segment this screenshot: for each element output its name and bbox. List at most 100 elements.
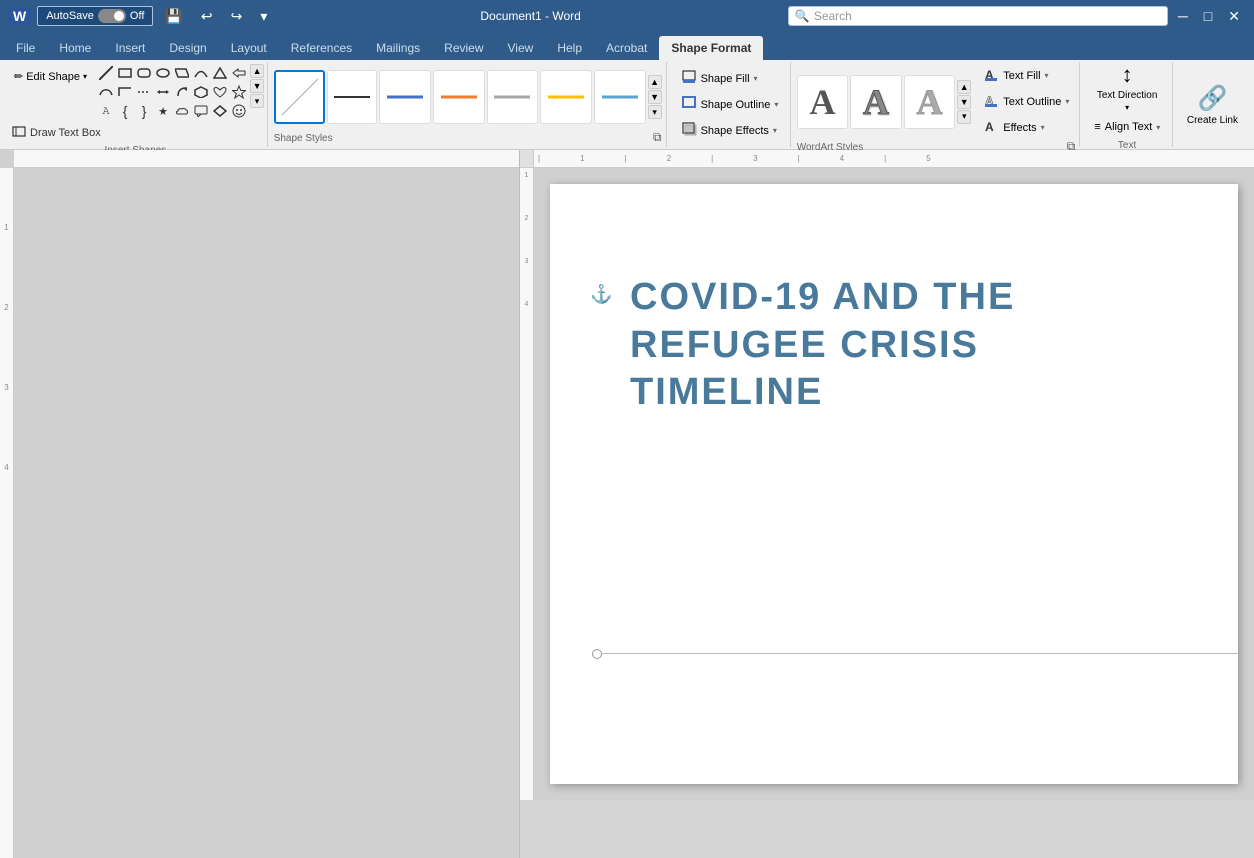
- tab-design[interactable]: Design: [157, 36, 218, 60]
- shape-effects-button[interactable]: Shape Effects ▾: [675, 119, 784, 142]
- ribbon-tab-bar: File Home Insert Design Layout Reference…: [0, 32, 1254, 60]
- shape-styles-group: ▲ ▼ ▾ Shape Styles ⧉: [270, 62, 667, 147]
- text-direction-button[interactable]: ↕ Text Direction ▾: [1088, 58, 1166, 116]
- text-fill-label: Text Fill: [1003, 70, 1040, 82]
- shape-styles-dialog-button[interactable]: ⧉: [653, 130, 662, 145]
- shape-star[interactable]: [230, 83, 248, 101]
- shape-diamond[interactable]: [211, 102, 229, 120]
- shape-curved-arrow[interactable]: [173, 83, 191, 101]
- style-scroll-down[interactable]: ▼: [648, 90, 662, 104]
- style-scroll-up[interactable]: ▲: [648, 75, 662, 89]
- shape-styles-label: Shape Styles: [274, 133, 333, 144]
- minimize-button[interactable]: ─: [1172, 6, 1194, 26]
- search-box[interactable]: 🔍 Search: [788, 6, 1168, 26]
- tab-file[interactable]: File: [4, 36, 47, 60]
- tab-review[interactable]: Review: [432, 36, 495, 60]
- tab-view[interactable]: View: [496, 36, 546, 60]
- shape-freeform[interactable]: 𝙰: [97, 102, 115, 120]
- wordart-style-2[interactable]: A: [850, 75, 902, 129]
- shape-right-brace[interactable]: }: [135, 102, 153, 120]
- document-scroll-area[interactable]: ⚓ COVID-19 AND THE REFUGEE CRISIS TIMELI…: [534, 168, 1254, 800]
- shape-parallelogram[interactable]: [173, 64, 191, 82]
- wordart-props: A Text Fill ▾ A Text Outline ▾: [973, 64, 1075, 139]
- redo-button[interactable]: ↪: [225, 6, 249, 27]
- draw-textbox-button[interactable]: Draw Text Box: [8, 122, 263, 143]
- wordart-style-3[interactable]: A: [904, 75, 956, 129]
- text-fill-button[interactable]: A Text Fill ▾: [977, 64, 1075, 87]
- text-outline-arrow: ▾: [1065, 97, 1069, 106]
- doc-title-text: Document1 - Word: [480, 9, 580, 23]
- close-button[interactable]: ✕: [1222, 6, 1246, 27]
- tab-home[interactable]: Home: [47, 36, 103, 60]
- shape-arc[interactable]: [192, 64, 210, 82]
- shape-curve[interactable]: [97, 83, 115, 101]
- align-text-button[interactable]: ≡ Align Text ▾: [1088, 119, 1166, 135]
- shape-style-blue-line[interactable]: [379, 70, 431, 124]
- shape-rect[interactable]: [116, 64, 134, 82]
- shape-style-orange-line[interactable]: [433, 70, 485, 124]
- wordart-styles-group: A A A ▲ ▼ ▾ A: [793, 62, 1081, 147]
- shape-style-none[interactable]: [274, 70, 326, 124]
- save-button[interactable]: 💾: [159, 6, 188, 27]
- tab-acrobat[interactable]: Acrobat: [594, 36, 659, 60]
- shape-line[interactable]: [97, 64, 115, 82]
- shape-right-angle[interactable]: [116, 83, 134, 101]
- shape-style-yellow-line[interactable]: [540, 70, 592, 124]
- left-panel: 1234: [0, 150, 520, 858]
- svg-text:A: A: [985, 120, 994, 134]
- title-bar: W AutoSave Off 💾 ↩ ↪ ▾ Document1 - Word …: [0, 0, 1254, 32]
- tab-layout[interactable]: Layout: [219, 36, 279, 60]
- shape-hexagon[interactable]: [192, 83, 210, 101]
- document-title: Document1 - Word: [281, 9, 780, 23]
- text-effects-button[interactable]: A Effects ▾: [977, 116, 1075, 139]
- edit-shape-button[interactable]: ✏ Edit Shape ▾: [8, 68, 93, 85]
- tab-references[interactable]: References: [279, 36, 364, 60]
- customize-qat-button[interactable]: ▾: [254, 6, 273, 27]
- tab-help[interactable]: Help: [545, 36, 594, 60]
- shape-effects-arrow: ▾: [773, 126, 777, 135]
- shape-smiley[interactable]: [230, 102, 248, 120]
- shape-fill-button[interactable]: Shape Fill ▾: [675, 67, 784, 90]
- wordart-scroll-more[interactable]: ▾: [957, 110, 971, 124]
- autosave-button[interactable]: AutoSave Off: [37, 6, 153, 26]
- shapes-scroll-down[interactable]: ▼: [250, 79, 264, 93]
- shape-style-gray-line[interactable]: [487, 70, 539, 124]
- shape-callout[interactable]: [192, 102, 210, 120]
- restore-button[interactable]: □: [1198, 6, 1218, 26]
- shape-bidirectional-arrow[interactable]: [154, 83, 172, 101]
- shape-triangle[interactable]: [211, 64, 229, 82]
- wordart-scroll-down[interactable]: ▼: [957, 95, 971, 109]
- content-area: 1234 |1|2|3|4|5 1234: [0, 150, 1254, 858]
- text-effects-arrow: ▾: [1041, 123, 1045, 132]
- shape-left-arrow[interactable]: [230, 64, 248, 82]
- style-scroll-more[interactable]: ▾: [648, 105, 662, 119]
- tab-insert[interactable]: Insert: [103, 36, 157, 60]
- shapes-scroll: ▲ ▼ ▾: [250, 64, 264, 108]
- search-placeholder: Search: [814, 9, 852, 23]
- shape-5point-star[interactable]: ★: [154, 102, 172, 120]
- shape-rounded-rect[interactable]: [135, 64, 153, 82]
- shapes-scroll-more[interactable]: ▾: [250, 94, 264, 108]
- ruler-v: 1234: [520, 168, 534, 800]
- shapes-scroll-up[interactable]: ▲: [250, 64, 264, 78]
- autosave-toggle[interactable]: [98, 9, 126, 23]
- shape-outline-button[interactable]: Shape Outline ▾: [675, 93, 784, 116]
- tab-mailings[interactable]: Mailings: [364, 36, 432, 60]
- create-link-button[interactable]: 🔗 Create Link: [1179, 80, 1246, 130]
- shape-outline-arrow: ▾: [774, 100, 778, 109]
- draw-textbox-label: Draw Text Box: [30, 127, 101, 139]
- anchor-icon: ⚓: [590, 284, 612, 305]
- shape-oval[interactable]: [154, 64, 172, 82]
- create-link-label: Create Link: [1187, 115, 1238, 126]
- shape-cloud[interactable]: [173, 102, 191, 120]
- wordart-style-1[interactable]: A: [797, 75, 849, 129]
- shape-heart[interactable]: [211, 83, 229, 101]
- shape-left-brace[interactable]: {: [116, 102, 134, 120]
- shape-style-ltblue-line[interactable]: [594, 70, 646, 124]
- wordart-scroll-up[interactable]: ▲: [957, 80, 971, 94]
- undo-button[interactable]: ↩: [195, 6, 219, 27]
- tab-shape-format[interactable]: Shape Format: [659, 36, 763, 60]
- shape-dashed-line[interactable]: [135, 83, 153, 101]
- shape-style-plain[interactable]: [327, 70, 377, 124]
- text-outline-button[interactable]: A Text Outline ▾: [977, 90, 1075, 113]
